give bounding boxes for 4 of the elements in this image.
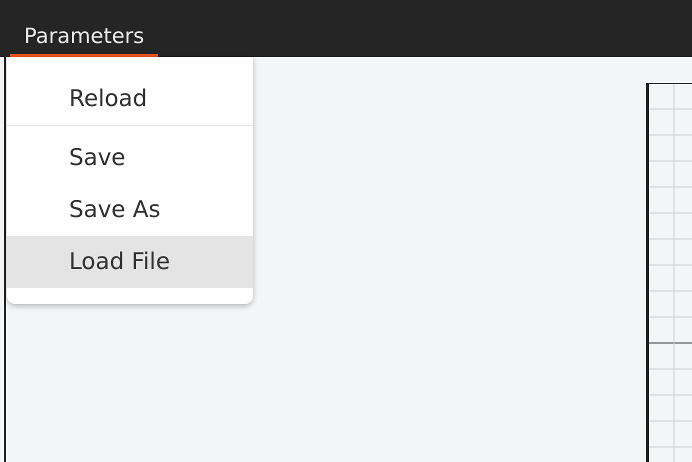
menu-item[interactable]: Save <box>7 132 253 184</box>
menu-item[interactable]: Load File <box>7 236 253 288</box>
menu-item[interactable]: Reload <box>7 73 253 125</box>
menu-item[interactable]: Save As <box>7 184 253 236</box>
